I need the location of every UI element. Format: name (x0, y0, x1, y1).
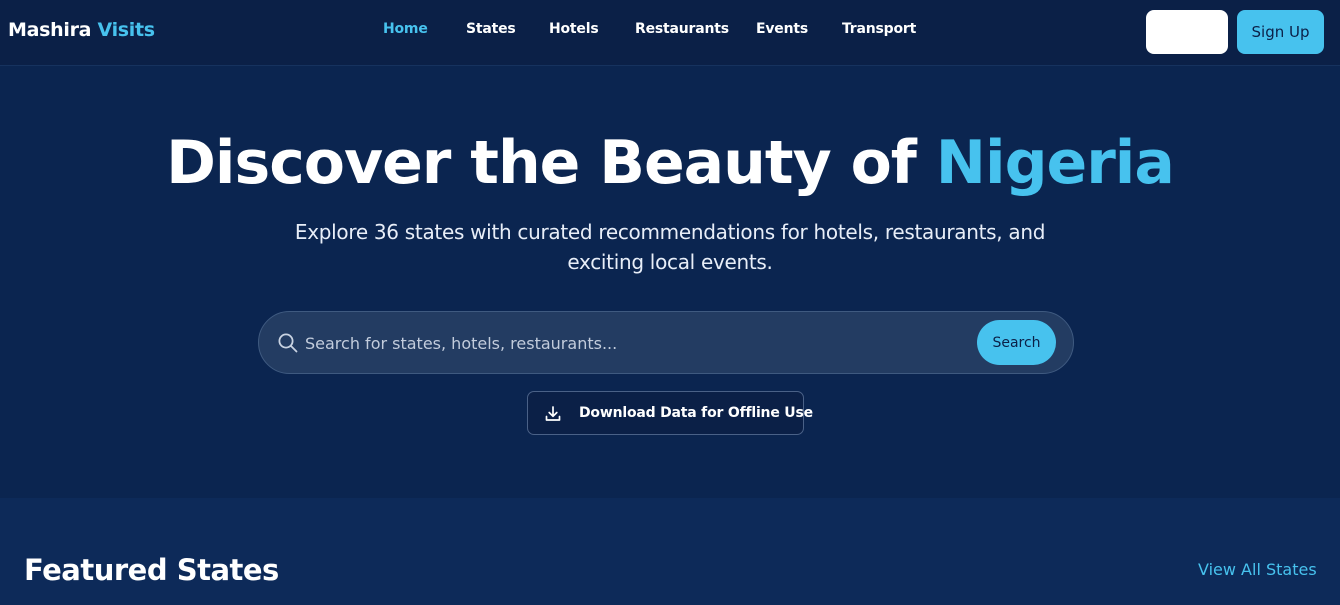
sign-in-label: Sign In (1159, 24, 1215, 40)
search-input[interactable] (305, 324, 965, 362)
nav-link-hotels[interactable]: Hotels (549, 21, 599, 37)
hero-subtitle: Explore 36 states with curated recommend… (294, 220, 1046, 274)
hero-title-highlight: Nigeria (935, 128, 1175, 198)
search-button[interactable]: Search (977, 320, 1056, 365)
hero-section: Discover the Beauty of Nigeria Explore 3… (0, 67, 1340, 498)
hero-title: Discover the Beauty of Nigeria (0, 127, 1340, 199)
sign-up-button[interactable]: Sign Up (1237, 10, 1324, 54)
navbar: Mashira Visits Home States Hotels Restau… (0, 0, 1340, 66)
download-offline-button[interactable]: Download Data for Offline Use (527, 391, 813, 435)
search-icon (277, 332, 299, 354)
featured-states-title: Featured States (24, 553, 279, 587)
hero-title-main: Discover the Beauty of (166, 128, 936, 198)
nav-link-transport[interactable]: Transport (842, 21, 916, 37)
download-offline-label: Download Data for Offline Use (579, 405, 813, 421)
nav-link-states[interactable]: States (466, 21, 516, 37)
sign-in-button[interactable]: Sign In (1146, 10, 1228, 54)
brand-logo[interactable]: Mashira Visits (8, 19, 155, 41)
download-icon (544, 405, 562, 423)
view-all-states-link[interactable]: View All States (1198, 560, 1317, 579)
sign-up-label: Sign Up (1251, 23, 1310, 41)
featured-states-section: Featured States View All States (0, 498, 1340, 605)
brand-name-primary: Mashira (8, 19, 92, 41)
brand-name-accent: Visits (97, 19, 156, 41)
nav-link-restaurants[interactable]: Restaurants (635, 21, 729, 37)
search-bar: Search (258, 311, 1074, 374)
nav-link-events[interactable]: Events (756, 21, 808, 37)
search-button-label: Search (992, 334, 1041, 351)
nav-link-home[interactable]: Home (383, 21, 428, 37)
